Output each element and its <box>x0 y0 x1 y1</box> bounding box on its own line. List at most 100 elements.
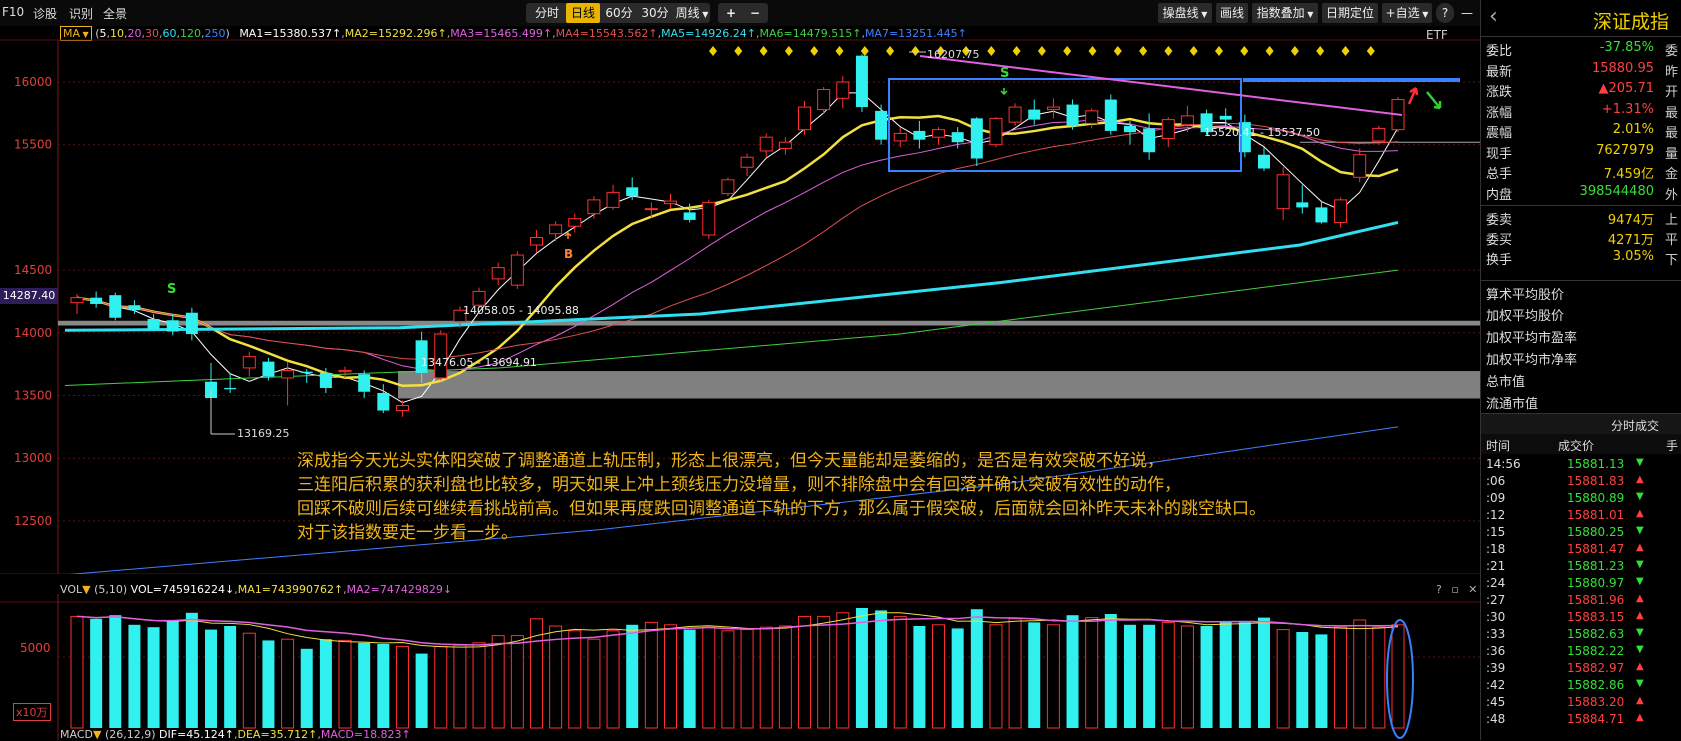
index-overlay-dropdown[interactable]: 指数叠加 ▼ <box>1252 3 1318 23</box>
volume-bar <box>262 640 275 728</box>
vol-axis-label: 5000 <box>20 641 51 655</box>
trade-direction-icon: ▲ <box>1636 593 1644 604</box>
vol-unit-label: x10万 <box>13 703 51 721</box>
signal-diamond <box>1189 46 1198 56</box>
volume-chart[interactable] <box>0 594 1480 740</box>
quote-value: 4271万 <box>1607 232 1654 248</box>
annotation-line: 对于该指数要走一步看一步。 <box>297 523 518 543</box>
draw-line-button[interactable]: 画线 <box>1216 3 1248 23</box>
volume-bar <box>1104 614 1117 728</box>
gap-right-label: 15520.41 - 15537.50 <box>1204 126 1320 139</box>
stat-row: 加权平均市盈率 <box>1481 324 1681 346</box>
trade-time: :36 <box>1486 644 1506 658</box>
signal-buy: B <box>564 247 574 261</box>
col-volume: 手 <box>1666 439 1679 453</box>
volume-bar <box>855 608 868 728</box>
menu-diagnose[interactable]: 诊股 <box>33 5 57 22</box>
quote-value: 3.05% <box>1612 249 1654 264</box>
candle <box>109 292 122 321</box>
stat-key: 算术平均股价 <box>1486 288 1565 303</box>
index-title: 深证成指 <box>1593 11 1670 33</box>
trade-direction-icon: ▲ <box>1636 610 1644 621</box>
signal-diamond <box>709 46 717 56</box>
zoom-out-button[interactable]: − <box>744 3 766 23</box>
menu-identify[interactable]: 识别 <box>69 5 93 22</box>
quote-value: +1.31% <box>1601 101 1654 117</box>
high-price-label: 16207.75 <box>927 48 980 61</box>
signal-diamond <box>759 46 768 56</box>
quote-key: 现手 <box>1486 146 1513 162</box>
trade-row: :21 15881.23 ▼ <box>1481 559 1681 575</box>
stat-row: 算术平均股价 <box>1481 280 1681 303</box>
signal-diamond <box>911 46 920 56</box>
trade-direction-icon: ▼ <box>1636 678 1644 689</box>
zoom-in-button[interactable]: + <box>720 3 742 23</box>
volume-bar <box>875 610 888 728</box>
trade-row: :18 15881.47 ▲ <box>1481 542 1681 558</box>
zoom-controls: + − <box>718 3 768 23</box>
macd-dif: DIF=45.124↑ <box>159 728 234 741</box>
signal-sell-1: S <box>167 282 177 297</box>
volume-bar <box>683 629 696 728</box>
tab-daily[interactable]: 日线 <box>566 3 600 23</box>
minimize-icon[interactable]: — <box>1458 3 1476 23</box>
quote-key: 涨幅 <box>1486 105 1513 121</box>
trade-row: :24 15880.97 ▼ <box>1481 576 1681 592</box>
quote-unit: 最 <box>1664 105 1678 121</box>
quote-header: ‹ 深证成指 <box>1481 0 1681 37</box>
quote-row: 震幅 2.01% 最 <box>1481 119 1681 141</box>
buy-arrow-icon <box>564 231 572 239</box>
trade-time: :24 <box>1486 576 1506 590</box>
stat-key: 加权平均股价 <box>1486 309 1565 324</box>
volume-bar <box>1257 617 1270 728</box>
stat-row: 总市值 <box>1481 368 1681 390</box>
date-locate-button[interactable]: 日期定位 <box>1322 3 1378 23</box>
stat-row: 流通市值 <box>1481 390 1681 412</box>
volume-bar <box>1315 634 1328 728</box>
volume-bar <box>358 642 371 728</box>
volume-bar <box>338 639 352 729</box>
quote-unit: 平 <box>1664 232 1678 248</box>
candle <box>721 177 735 197</box>
candle <box>1008 103 1022 126</box>
signal-diamond <box>1012 46 1021 56</box>
y-axis-label: 15500 <box>14 138 52 152</box>
trade-price: 15881.47 <box>1567 542 1625 556</box>
menu-overview[interactable]: 全景 <box>103 5 127 22</box>
volume-bar <box>434 645 448 729</box>
add-watchlist-dropdown[interactable]: +自选 ▼ <box>1382 3 1432 23</box>
candle <box>893 127 907 148</box>
trade-row: :39 15882.97 ▲ <box>1481 661 1681 677</box>
macd-label[interactable]: MACD <box>60 728 93 741</box>
ma60-line <box>64 220 1399 332</box>
trade-time: :18 <box>1486 542 1506 556</box>
volume-bar <box>147 627 160 728</box>
candle <box>970 117 983 167</box>
trade-direction-icon: ▲ <box>1636 474 1644 485</box>
operate-line-dropdown[interactable]: 操盘线 ▼ <box>1158 3 1212 23</box>
period-dropdown[interactable]: 周线 ▼ <box>674 3 710 23</box>
volume-bar <box>1143 624 1156 728</box>
quote-key: 内盘 <box>1486 187 1513 203</box>
trade-price: 15883.20 <box>1567 695 1625 709</box>
quote-value: ▲205.71 <box>1598 81 1655 96</box>
tab-intraday[interactable]: 分时 <box>530 3 564 23</box>
volume-bar <box>644 621 658 729</box>
back-icon[interactable]: ‹ <box>1489 4 1498 29</box>
neckline-trend <box>919 55 1403 116</box>
tab-60min[interactable]: 60分 <box>602 3 636 23</box>
signal-diamond <box>1063 46 1072 56</box>
trade-time: :30 <box>1486 610 1506 624</box>
tab-30min[interactable]: 30分 <box>638 3 672 23</box>
trade-direction-icon: ▼ <box>1636 644 1644 655</box>
volume-bar <box>1046 624 1060 729</box>
help-icon[interactable]: ? <box>1436 3 1454 23</box>
quote-key: 震幅 <box>1486 126 1513 141</box>
volume-bar <box>606 630 620 729</box>
quote-key: 最新 <box>1486 64 1513 80</box>
menu-f10[interactable]: F10 <box>2 5 24 19</box>
candle <box>798 100 812 135</box>
trade-time: :48 <box>1486 712 1506 726</box>
chevron-down-icon: ▼ <box>1304 10 1314 19</box>
signal-diamond <box>1037 46 1046 56</box>
